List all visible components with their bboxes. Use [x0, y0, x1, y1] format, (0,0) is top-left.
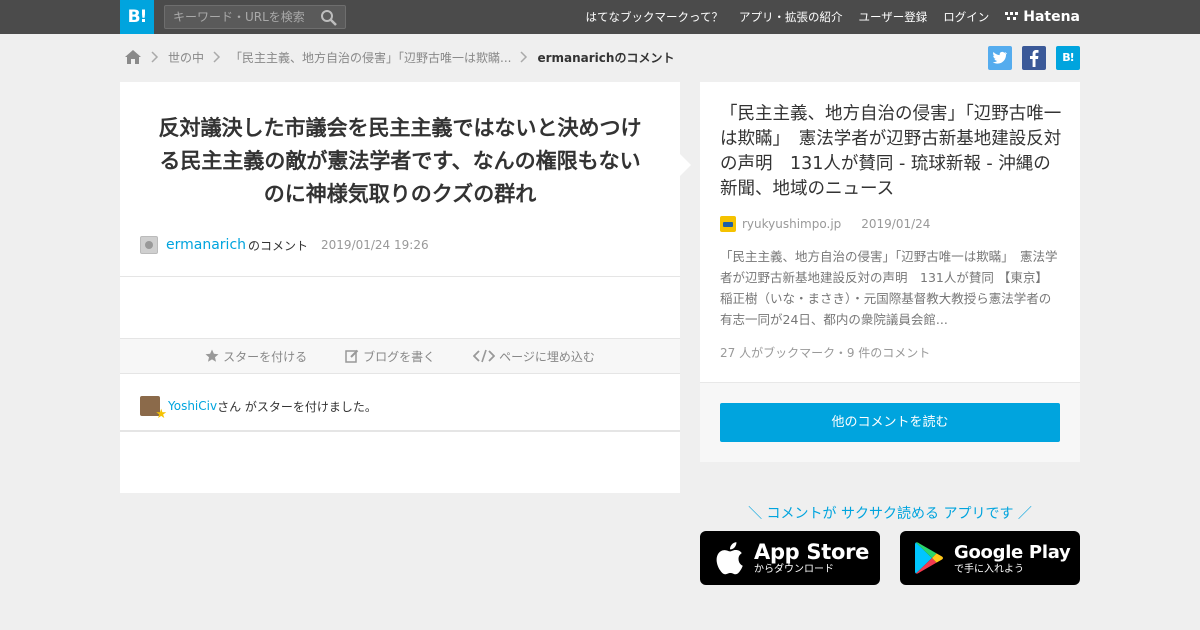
apple-icon	[716, 542, 743, 575]
star-notice-text: さん がスターを付けました。	[217, 399, 377, 414]
brand-label: Hatena	[1023, 9, 1080, 25]
write-blog-button[interactable]: ブログを書く	[345, 348, 435, 365]
home-icon[interactable]	[124, 49, 142, 65]
hatena-bookmark-logo[interactable]: B!	[120, 0, 154, 34]
top-bar: B! はてなブックマークって？ アプリ・拡張の紹介 ユーザー登録 ログイン Ha…	[0, 0, 1200, 34]
app-promo-tagline: ＼ コメントが サクサク読める アプリです ／	[748, 506, 1032, 522]
add-star-label: スターを付ける	[223, 349, 308, 364]
comment-text: 反対議決した市議会を民主主義ではないと決めつける民主主義の敵が憲法学者です、なん…	[158, 116, 642, 206]
search-box[interactable]	[164, 5, 346, 29]
nav-about[interactable]: はてなブックマークって？	[586, 9, 723, 25]
search-input[interactable]	[165, 6, 315, 28]
write-blog-label: ブログを書く	[363, 349, 436, 364]
facebook-share-button[interactable]	[1022, 46, 1046, 70]
breadcrumb-current: ermanarichのコメント	[537, 50, 675, 65]
breadcrumb-entry[interactable]: 「民主主義、地方自治の侵害」「辺野古唯一は欺瞞...	[230, 49, 511, 66]
app-store-subtitle: からダウンロード	[754, 563, 834, 575]
entry-domain[interactable]: ryukyushimpo.jp	[742, 217, 841, 231]
read-other-comments-button[interactable]: 他のコメントを読む	[720, 403, 1060, 442]
entry-title[interactable]: 「民主主義、地方自治の侵害」「辺野古唯一は欺瞞」 憲法学者が辺野古新基地建設反対…	[720, 102, 1062, 202]
avatar[interactable]	[140, 236, 158, 254]
card-pointer	[680, 154, 691, 176]
comment-card: 反対議決した市議会を民主主義ではないと決めつける民主主義の敵が憲法学者です、なん…	[120, 82, 680, 493]
code-icon	[473, 349, 496, 363]
entry-date: 2019/01/24	[861, 217, 931, 231]
chevron-right-icon	[520, 51, 528, 63]
add-star-button[interactable]: スターを付ける	[205, 348, 307, 365]
google-play-icon	[915, 542, 943, 574]
site-favicon	[720, 216, 736, 232]
entry-site: ryukyushimpo.jp 2019/01/24	[720, 216, 930, 232]
entry-card: 「民主主義、地方自治の侵害」「辺野古唯一は欺瞞」 憲法学者が辺野古新基地建設反対…	[700, 82, 1080, 382]
nav-apps[interactable]: アプリ・拡張の紹介	[739, 9, 843, 25]
divider	[120, 430, 680, 432]
embed-label: ページに埋め込む	[499, 349, 595, 364]
embed-button[interactable]: ページに埋め込む	[473, 348, 595, 365]
top-nav: はてなブックマークって？ アプリ・拡張の紹介 ユーザー登録 ログイン Haten…	[570, 0, 1080, 34]
app-store-badge[interactable]: App Store からダウンロード	[700, 531, 880, 585]
twitter-share-button[interactable]	[988, 46, 1012, 70]
edit-icon	[345, 349, 359, 363]
hatena-share-button[interactable]: B!	[1056, 46, 1080, 70]
entry-description: 「民主主義、地方自治の侵害」「辺野古唯一は欺瞞」 憲法学者が辺野古新基地建設反対…	[720, 249, 1058, 327]
star-user[interactable]: YoshiCiv	[168, 399, 217, 413]
entry-counts[interactable]: 27 人がブックマーク・9 件のコメント	[720, 344, 930, 361]
twitter-icon	[992, 51, 1007, 64]
read-more-panel: 他のコメントを読む	[700, 382, 1080, 462]
hatena-mark-icon	[1005, 12, 1019, 20]
google-play-subtitle: で手に入れよう	[954, 563, 1024, 575]
facebook-icon	[1030, 50, 1039, 67]
comment-user[interactable]: ermanarich	[166, 237, 246, 253]
chevron-right-icon	[151, 51, 159, 63]
google-play-title: Google Play	[954, 541, 1071, 563]
comment-actions: スターを付ける ブログを書く ページに埋め込む	[120, 338, 680, 374]
comment-user-suffix: のコメント	[248, 238, 309, 253]
divider	[120, 276, 680, 277]
avatar[interactable]: ★	[140, 396, 167, 422]
comment-meta: ermanarich のコメント 2019/01/24 19:26	[140, 236, 429, 254]
star-icon: ★	[155, 407, 167, 422]
star-notice: ★ YoshiCiv さん がスターを付けました。	[140, 396, 377, 422]
comment-date[interactable]: 2019/01/24 19:26	[321, 238, 429, 252]
nav-register[interactable]: ユーザー登録	[858, 9, 927, 25]
google-play-badge[interactable]: Google Play で手に入れよう	[900, 531, 1080, 585]
breadcrumb: 世の中 「民主主義、地方自治の侵害」「辺野古唯一は欺瞞... ermanaric…	[124, 46, 674, 68]
nav-login[interactable]: ログイン	[943, 9, 989, 25]
search-icon[interactable]	[320, 9, 338, 27]
breadcrumb-category[interactable]: 世の中	[168, 49, 204, 66]
star-icon	[205, 349, 219, 362]
hatena-brand[interactable]: Hatena	[1005, 9, 1080, 25]
chevron-right-icon	[213, 51, 221, 63]
app-store-title: App Store	[754, 539, 870, 564]
